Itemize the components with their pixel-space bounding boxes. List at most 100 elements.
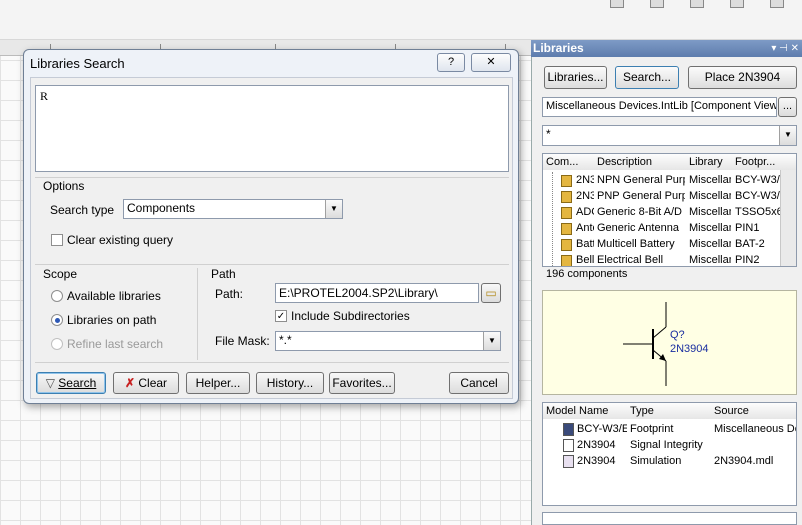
table-cell: Footprint [630,423,674,435]
component-icon [561,191,572,203]
favorites-button[interactable]: Favorites... [329,372,395,394]
table-row[interactable]: AntennaGeneric AntennaMiscellaneousPIN1 [543,220,780,236]
toolbar-icon[interactable] [730,0,744,8]
libraries-button[interactable]: Libraries... [544,66,607,89]
col-header-source[interactable]: Source [711,403,796,419]
scope-available-radio[interactable] [51,290,63,302]
file-mask-select[interactable]: *.* ▼ [275,331,501,351]
table-row[interactable]: 2N3904 Simulation 2N3904.mdl [543,453,796,469]
help-button[interactable]: ? [437,53,465,72]
component-icon [561,207,572,219]
toolbar-icon[interactable] [610,0,624,8]
table-cell: Miscellaneous [689,238,731,250]
table-cell: 2N3906 [576,190,594,202]
col-header-model-name[interactable]: Model Name [543,403,631,419]
include-subdirs-checkbox[interactable]: ✓ [275,310,287,322]
chevron-down-icon[interactable]: ▼ [483,332,500,350]
table-cell: 2N3904 [576,174,594,186]
table-cell: Miscellaneous [689,206,731,218]
table-cell: Multicell Battery [597,238,675,250]
table-cell: ADC-8 [576,206,594,218]
more-button[interactable]: ... [778,97,797,117]
table-row[interactable]: BCY-W3/E4Footprint Miscellaneous Devices [543,421,796,437]
panel-title: Libraries ▾ ⊣ ✕ [531,40,802,57]
table-cell: PNP General Purpose Amplifier [597,190,685,202]
toolbar-icon[interactable] [690,0,704,8]
chevron-down-icon[interactable]: ▼ [779,126,796,145]
table-cell: Miscellaneous [689,254,731,266]
search-button-label: Search [58,376,97,390]
table-row[interactable]: BellElectrical BellMiscellaneousPIN2 [543,252,780,266]
path-value: E:\PROTEL2004.SP2\Library\ [279,286,438,300]
table-cell: 2N3904 [577,439,616,451]
table-cell: NPN General Purpose Amplifier [597,174,685,186]
col-header-description[interactable]: Description [594,154,690,170]
clear-icon: ✗ [124,376,136,390]
include-subdirs-label: Include Subdirectories [291,309,410,323]
search-button[interactable]: ▽ Search [36,372,106,394]
filter-value: * [546,127,551,141]
components-grid: Com... Description Library Footpr... 2N3… [542,153,797,267]
search-panel-button[interactable]: Search... [615,66,679,89]
scope-on-path-label: Libraries on path [67,313,157,327]
pin-icon[interactable]: ▾ ⊣ ✕ [771,40,799,57]
scope-on-path-radio[interactable] [51,314,63,326]
table-cell: Miscellaneous [689,190,731,202]
clear-existing-label: Clear existing query [67,233,174,247]
component-icon [561,175,572,187]
library-select[interactable]: Miscellaneous Devices.IntLib [Component … [542,97,777,117]
table-cell: Battery [576,238,594,250]
clear-button-label: Clear [138,376,168,390]
clear-existing-checkbox[interactable] [51,234,63,246]
chevron-down-icon[interactable]: ▼ [325,200,342,218]
col-header-type[interactable]: Type [627,403,715,419]
filter-input[interactable]: * ▼ [542,125,797,146]
table-cell: BCY-W3/E4 [577,423,627,435]
table-cell: Simulation [630,455,682,467]
dialog-title: Libraries Search [30,56,125,71]
query-textarea[interactable]: R [35,85,509,172]
table-row[interactable]: ADC-8Generic 8-Bit A/D Converter Miscella… [543,204,783,220]
history-button[interactable]: History... [256,372,324,394]
models-grid: Model Name Type Source BCY-W3/E4Footprin… [542,402,797,506]
scope-group-label: Scope [43,267,78,281]
col-header-component[interactable]: Com... [543,154,598,170]
table-cell: Miscellaneous Devices [714,423,796,435]
clear-button[interactable]: ✗ Clear [113,372,179,394]
helper-button[interactable]: Helper... [186,372,250,394]
col-header-footprint[interactable]: Footpr... [732,154,796,170]
table-cell: Generic 8-Bit A/D Converter [597,206,685,218]
components-scrollbar[interactable] [780,170,796,266]
table-row[interactable]: 2N3906PNP General Purpose Amplifier Misce… [543,188,793,204]
scope-available-label: Available libraries [67,289,161,303]
close-button[interactable]: ✕ [471,53,511,72]
libraries-search-dialog: Libraries Search ? ✕ R Options Search ty… [23,49,519,404]
table-cell: Bell [576,254,594,266]
scope-refine-label: Refine last search [67,337,164,351]
table-row[interactable]: 2N3904NPN General Purpose Amplifier Misce… [543,172,793,188]
search-type-select[interactable]: Components ▼ [123,199,343,219]
table-cell: Generic Antenna [597,222,679,234]
cancel-button[interactable]: Cancel [449,372,509,394]
component-icon [561,223,572,235]
close-icon: ✕ [486,56,496,68]
model-icon [563,439,574,452]
toolbar-icon[interactable] [650,0,664,8]
table-cell: 2N3904 [577,455,616,467]
table-cell: Electrical Bell [597,254,664,266]
file-mask-value: *.* [279,333,292,347]
browse-folder-button[interactable]: ▭ [481,283,501,303]
place-button[interactable]: Place 2N3904 [688,66,797,89]
toolbar-icon[interactable] [770,0,784,8]
symbol-preview: Q? 2N3904 [542,290,797,395]
panel-title-text: Libraries [533,41,584,55]
col-header-library[interactable]: Library [686,154,736,170]
filter-icon: ▽ [45,376,55,390]
table-row[interactable]: 2N3904 Signal Integrity [543,437,796,453]
table-row[interactable]: BatteryMulticell BatteryMiscellaneousBAT… [543,236,780,252]
preview-designator: Q? [670,329,685,341]
path-input[interactable]: E:\PROTEL2004.SP2\Library\ [275,283,479,303]
preview-part: 2N3904 [670,343,709,355]
path-group-label: Path [211,267,236,281]
library-select-value: Miscellaneous Devices.IntLib [Component … [546,100,777,112]
